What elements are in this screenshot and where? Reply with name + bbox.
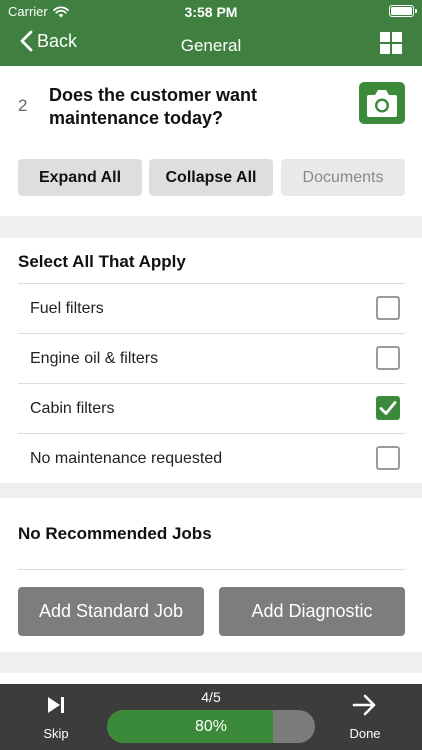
skip-label: Skip — [43, 726, 69, 741]
arrow-right-icon — [352, 694, 376, 716]
divider — [18, 569, 405, 570]
add-standard-job-button[interactable]: Add Standard Job — [18, 587, 204, 636]
status-time: 3:58 PM — [184, 4, 238, 20]
question-card: 2 Does the customer want maintenance tod… — [0, 66, 422, 216]
option-no-maintenance[interactable]: No maintenance requested — [18, 433, 405, 483]
option-label: Engine oil & filters — [30, 350, 159, 367]
grid-menu-icon[interactable] — [380, 32, 402, 54]
jobs-title: No Recommended Jobs — [18, 524, 212, 543]
options-card: Select All That Apply Fuel filters Engin… — [0, 238, 422, 483]
checkbox-checked[interactable] — [376, 396, 400, 420]
page-title: General — [180, 36, 242, 55]
done-button[interactable]: Done — [343, 694, 387, 741]
status-bar: Carrier 3:58 PM — [0, 0, 422, 24]
bottom-bar: Skip 4/5 80% Done — [0, 684, 422, 750]
progress-bar: 80% — [107, 710, 315, 743]
done-label: Done — [349, 726, 381, 741]
documents-button[interactable]: Documents — [281, 159, 405, 196]
option-label: Fuel filters — [30, 300, 104, 317]
option-engine-oil-filters[interactable]: Engine oil & filters — [18, 333, 405, 383]
camera-button[interactable] — [359, 82, 405, 124]
camera-icon — [367, 90, 397, 117]
checkmark-icon — [379, 401, 397, 415]
options-title: Select All That Apply — [18, 252, 186, 271]
jobs-card: No Recommended Jobs Add Standard Job Add… — [0, 498, 422, 652]
expand-all-button[interactable]: Expand All — [18, 159, 142, 196]
nav-bar: Back General — [0, 24, 422, 66]
collapse-all-button[interactable]: Collapse All — [149, 159, 273, 196]
checkbox[interactable] — [376, 296, 400, 320]
question-number: 2 — [18, 96, 28, 115]
option-fuel-filters[interactable]: Fuel filters — [18, 283, 405, 333]
checkbox[interactable] — [376, 446, 400, 470]
option-cabin-filters[interactable]: Cabin filters — [18, 383, 405, 433]
add-diagnostic-button[interactable]: Add Diagnostic — [219, 587, 405, 636]
option-label: No maintenance requested — [30, 450, 223, 467]
question-text: Does the customer want maintenance today… — [49, 85, 258, 128]
checkbox[interactable] — [376, 346, 400, 370]
battery-icon — [389, 5, 417, 17]
option-label: Cabin filters — [30, 400, 115, 417]
progress-text: 80% — [194, 718, 228, 735]
